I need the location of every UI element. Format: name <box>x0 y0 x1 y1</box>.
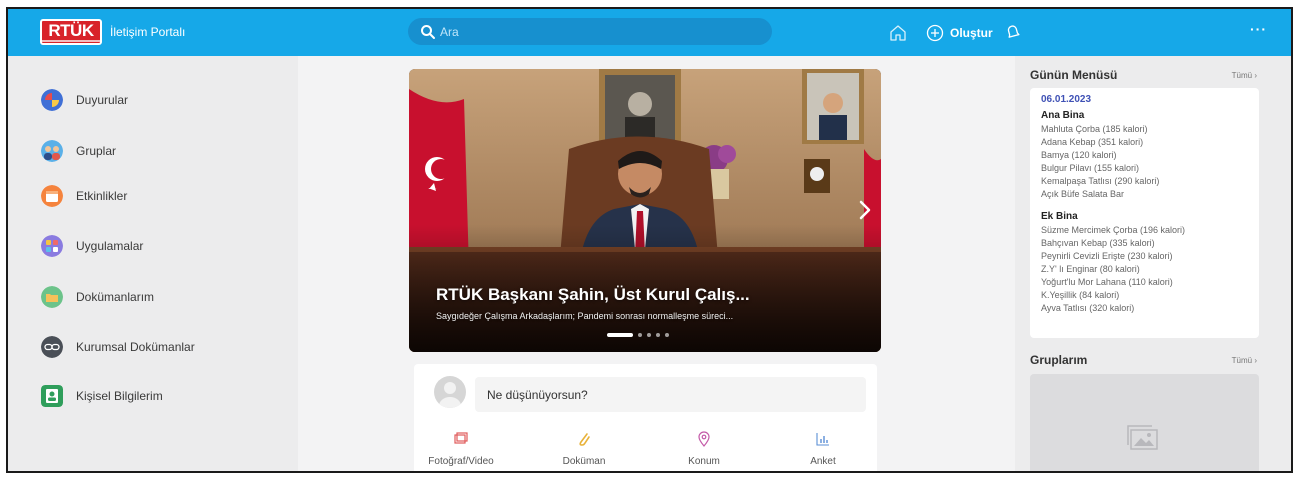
top-navbar: RTÜK İletişim Portalı Oluştur ··· <box>8 9 1291 56</box>
sidebar-item-label: Duyurular <box>76 93 129 107</box>
avatar <box>434 376 466 408</box>
image-placeholder-icon <box>1127 425 1158 450</box>
carousel-next-icon[interactable] <box>857 199 873 221</box>
portal-title[interactable]: İletişim Portalı <box>110 25 185 39</box>
menu-section-title: Ana Bina <box>1041 110 1085 121</box>
menu-item: K.Yeşillik (84 kalori) <box>1041 290 1120 300</box>
action-label: Konum <box>688 456 720 467</box>
sidebar-item-dokumanlarim[interactable]: Dokümanlarım <box>41 285 154 309</box>
search-bar[interactable] <box>408 18 772 45</box>
action-label: Anket <box>810 456 836 467</box>
menu-item: Mahluta Çorba (185 kalori) <box>1041 124 1148 134</box>
menu-item: Bahçıvan Kebap (335 kalori) <box>1041 238 1155 248</box>
post-input[interactable] <box>475 377 866 412</box>
daily-menu-card: 06.01.2023 Ana Bina Mahluta Çorba (185 k… <box>1030 88 1259 338</box>
menu-item: Açık Büfe Salata Bar <box>1041 189 1125 199</box>
apps-icon <box>41 235 63 257</box>
sidebar-item-kurumsal-dokumanlar[interactable]: Kurumsal Dokümanlar <box>41 335 195 359</box>
main-feed: RTÜK Başkanı Şahin, Üst Kurul Çalış... S… <box>298 56 1015 471</box>
document-button[interactable]: Doküman <box>539 431 629 467</box>
menu-item: Süzme Mercimek Çorba (196 kalori) <box>1041 225 1186 235</box>
plus-circle-icon <box>926 24 944 42</box>
menu-item: Ayva Tatlısı (320 kalori) <box>1041 303 1135 313</box>
create-label: Oluştur <box>950 26 993 40</box>
link-icon <box>41 336 63 358</box>
sidebar-item-duyurular[interactable]: Duyurular <box>41 88 128 112</box>
action-label: Doküman <box>562 456 606 467</box>
menu-item: Bulgur Pilavı (155 kalori) <box>1041 163 1140 173</box>
home-icon[interactable] <box>888 23 908 43</box>
logo-text: RTÜK <box>48 21 94 40</box>
rtuk-logo[interactable]: RTÜK <box>40 19 102 45</box>
slide-title[interactable]: RTÜK Başkanı Şahin, Üst Kurul Çalış... <box>436 285 750 305</box>
carousel-dot[interactable] <box>656 333 660 337</box>
menu-date: 06.01.2023 <box>1041 94 1092 105</box>
action-label: Fotoğraf/Video <box>428 456 494 467</box>
news-photo <box>409 69 881 352</box>
sidebar-item-etkinlikler[interactable]: Etkinlikler <box>41 184 127 208</box>
portal-window: RTÜK İletişim Portalı Oluştur ··· Duyuru… <box>6 7 1293 473</box>
location-pin-icon <box>698 431 710 447</box>
sidebar-item-label: Etkinlikler <box>76 189 128 203</box>
folder-icon <box>41 286 63 308</box>
photo-video-button[interactable]: Fotoğraf/Video <box>416 431 506 467</box>
daily-menu-all-link[interactable]: Tümü › <box>1232 71 1257 80</box>
sidebar-item-kisisel-bilgilerim[interactable]: Kişisel Bilgilerim <box>41 384 163 408</box>
slide-subtitle: Saygıdeğer Çalışma Arkadaşlarım; Pandemi… <box>436 311 734 321</box>
sidebar-item-label: Kişisel Bilgilerim <box>76 389 163 403</box>
sidebar-item-label: Gruplar <box>76 144 117 158</box>
sidebar-item-label: Dokümanlarım <box>76 290 155 304</box>
menu-item: Z.Y' lı Enginar (80 kalori) <box>1041 264 1140 274</box>
more-menu-button[interactable]: ··· <box>1250 21 1267 37</box>
post-composer: Fotoğraf/Video Doküman Konum Anket <box>414 364 877 471</box>
my-groups-all-link[interactable]: Tümü › <box>1232 356 1257 365</box>
sidebar-item-label: Uygulamalar <box>76 239 144 253</box>
person-icon <box>41 385 63 407</box>
poll-chart-icon <box>816 433 829 446</box>
menu-item: Kemalpaşa Tatlısı (290 kalori) <box>1041 176 1160 186</box>
paperclip-icon <box>579 433 590 446</box>
left-sidebar: Duyurular Gruplar Etkinlikler Uygulamala… <box>8 56 298 471</box>
sidebar-item-label: Kurumsal Dokümanlar <box>76 340 195 354</box>
announcement-icon <box>41 89 63 111</box>
carousel-pagination <box>607 333 669 337</box>
carousel-dot[interactable] <box>638 333 642 337</box>
menu-item: Adana Kebap (351 kalori) <box>1041 137 1144 147</box>
search-input[interactable] <box>440 23 740 40</box>
poll-button[interactable]: Anket <box>778 431 868 467</box>
calendar-icon <box>41 185 63 207</box>
group-placeholder-card[interactable] <box>1030 374 1259 471</box>
carousel-dot[interactable] <box>665 333 669 337</box>
sidebar-item-gruplar[interactable]: Gruplar <box>41 139 116 163</box>
daily-menu-title: Günün Menüsü <box>1030 68 1118 82</box>
menu-item: Bamya (120 kalori) <box>1041 150 1117 160</box>
menu-section-title: Ek Bina <box>1041 211 1078 222</box>
location-button[interactable]: Konum <box>659 431 749 467</box>
news-carousel[interactable]: RTÜK Başkanı Şahin, Üst Kurul Çalış... S… <box>409 69 881 352</box>
create-button[interactable]: Oluştur <box>926 22 993 44</box>
carousel-dot[interactable] <box>647 333 651 337</box>
menu-item: Peynirli Cevizli Erişte (230 kalori) <box>1041 251 1173 261</box>
carousel-dot[interactable] <box>607 333 633 337</box>
groups-icon <box>41 140 63 162</box>
my-groups-title: Gruplarım <box>1030 353 1088 367</box>
menu-item: Yoğurt'lu Mor Lahana (110 kalori) <box>1041 277 1173 287</box>
notification-bell-icon[interactable] <box>1003 22 1023 42</box>
search-icon <box>421 25 435 39</box>
right-sidebar: Günün Menüsü Tümü › 06.01.2023 Ana Bina … <box>1015 56 1291 471</box>
photo-video-icon <box>454 432 468 444</box>
sidebar-item-uygulamalar[interactable]: Uygulamalar <box>41 234 143 258</box>
